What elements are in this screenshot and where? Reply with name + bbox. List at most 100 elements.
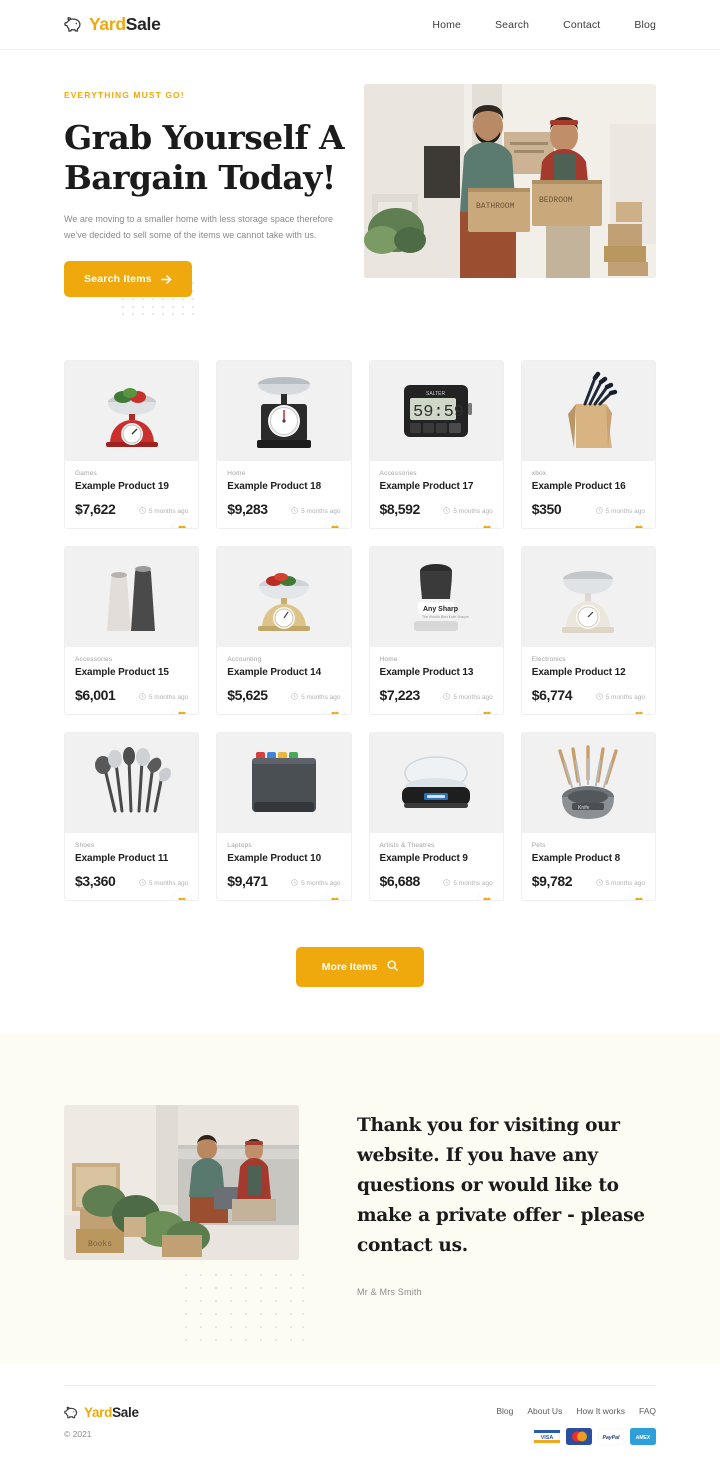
copyright-text: © 2021 [64, 1429, 92, 1440]
site-header: YardSale Home Search Contact Blog [0, 0, 720, 50]
product-price: $9,782 [531, 873, 573, 890]
product-price: $3,360 [75, 873, 116, 890]
product-card[interactable]: SALTER 59:59 Accessories Example Product… [368, 360, 504, 530]
product-category: Home [379, 656, 398, 664]
product-card[interactable]: Laptops Example Product 10 $9,471 5 mont… [216, 732, 352, 902]
thank-you-title: Thank you for visiting our website. If y… [357, 1115, 645, 1257]
favorite-heart-icon[interactable] [630, 705, 648, 715]
more-items-wrap: More Items [0, 901, 720, 988]
search-icon [387, 960, 399, 974]
product-category: Electronics [531, 656, 566, 664]
product-timestamp: 5 months ago [291, 507, 341, 516]
favorite-heart-icon[interactable] [477, 705, 496, 715]
nav-item-search[interactable]: Search [495, 19, 529, 31]
favorite-heart-icon[interactable] [630, 891, 648, 901]
product-timestamp: 5 months ago [595, 693, 645, 702]
clock-icon [595, 507, 603, 516]
product-card[interactable]: Accessories Example Product 15 $6,001 5 … [64, 546, 200, 716]
footer-link-blog[interactable]: Blog [496, 1406, 513, 1416]
product-card[interactable]: Artists & Theatres Example Product 9 $6,… [368, 732, 504, 902]
nav-item-contact[interactable]: Contact [563, 19, 600, 31]
product-title: Example Product 18 [227, 481, 322, 493]
product-card[interactable]: Shoes Example Product 11 $3,360 5 months… [64, 732, 200, 902]
product-price: $7,223 [379, 687, 421, 704]
main-navigation: Home Search Contact Blog [432, 19, 656, 31]
product-price: $9,283 [227, 501, 268, 518]
product-timestamp: 5 months ago [595, 879, 645, 888]
product-title: Example Product 16 [531, 481, 626, 493]
product-timestamp: 5 months ago [443, 507, 493, 516]
more-items-button[interactable]: More Items [295, 947, 425, 988]
product-card[interactable]: Games Example Product 19 $7,622 5 months… [64, 360, 200, 530]
favorite-heart-icon[interactable] [630, 519, 648, 529]
product-card[interactable]: Knife Pets Example Product 8 $9,782 5 mo… [520, 732, 656, 902]
product-card[interactable]: xbox Example Product 16 $350 5 months ag… [520, 360, 656, 530]
footer-logo[interactable]: YardSale [64, 1406, 139, 1420]
product-time-label: 5 months ago [453, 880, 493, 888]
favorite-heart-icon[interactable] [325, 519, 344, 529]
product-price: $6,001 [75, 687, 116, 704]
product-card[interactable]: Accounting Example Product 14 $5,625 5 m… [216, 546, 352, 716]
product-category: Home [227, 470, 246, 478]
amex-card-icon: AMEX [630, 1428, 656, 1446]
clock-icon [139, 879, 146, 888]
favorite-heart-icon[interactable] [477, 519, 496, 529]
svg-text:VISA: VISA [541, 1435, 554, 1441]
favorite-heart-icon[interactable] [477, 891, 496, 901]
svg-text:BATHROOM: BATHROOM [476, 202, 515, 211]
favorite-heart-icon[interactable] [325, 891, 344, 901]
svg-text:59:59: 59:59 [413, 403, 464, 422]
product-price: $5,625 [227, 687, 268, 704]
more-items-label: More Items [321, 961, 378, 974]
product-time-label: 5 months ago [605, 694, 645, 702]
footer-logo-text-yard: Yard [84, 1405, 113, 1421]
product-category: Games [75, 470, 97, 478]
search-items-button[interactable]: Search Items [64, 261, 192, 298]
product-card[interactable]: Electronics Example Product 12 $6,774 5 … [520, 546, 656, 716]
product-price: $350 [531, 501, 562, 518]
product-title: Example Product 13 [379, 667, 474, 679]
product-image [217, 547, 351, 648]
product-image [65, 733, 199, 834]
product-category: xbox [531, 470, 547, 478]
product-image [65, 547, 199, 648]
nav-item-home[interactable]: Home [432, 19, 461, 31]
product-time-label: 5 months ago [453, 508, 493, 516]
favorite-heart-icon[interactable] [325, 705, 344, 715]
product-title: Example Product 9 [379, 853, 468, 865]
mastercard-card-icon [566, 1428, 592, 1446]
svg-text:PayPal: PayPal [602, 1435, 620, 1441]
product-image [217, 733, 351, 834]
footer-link-faq[interactable]: FAQ [639, 1406, 656, 1416]
footer-logo-text-sale: Sale [112, 1405, 139, 1421]
clock-icon [595, 879, 603, 888]
clock-icon [443, 693, 451, 702]
product-card[interactable]: Any Sharp The World's Best Knife Sharpen… [368, 546, 504, 716]
site-logo[interactable]: YardSale [64, 13, 161, 34]
favorite-heart-icon[interactable] [173, 519, 192, 529]
product-category: Shoes [75, 842, 95, 850]
logo-text-yard: Yard [89, 13, 126, 34]
svg-text:The World's Best Knife Sharpen: The World's Best Knife Sharpener [422, 615, 469, 619]
svg-text:AMEX: AMEX [636, 1435, 651, 1441]
product-timestamp: 5 months ago [443, 879, 493, 888]
product-price: $8,592 [379, 501, 421, 518]
product-title: Example Product 10 [227, 853, 322, 865]
footer-link-about-us[interactable]: About Us [527, 1406, 562, 1416]
product-title: Example Product 19 [75, 481, 169, 493]
footer-link-how-it-works[interactable]: How It works [576, 1406, 625, 1416]
product-time-label: 5 months ago [605, 508, 645, 516]
piggy-bank-icon [64, 16, 83, 34]
product-image [65, 361, 199, 462]
product-card[interactable]: Home Example Product 18 $9,283 5 months … [216, 360, 352, 530]
paypal-card-icon: PayPal [598, 1428, 624, 1446]
thank-you-content: Thank you for visiting our website. If y… [357, 1105, 656, 1297]
clock-icon [443, 879, 451, 888]
clock-icon [291, 879, 298, 888]
product-timestamp: 5 months ago [291, 693, 341, 702]
nav-item-blog[interactable]: Blog [634, 19, 656, 31]
favorite-heart-icon[interactable] [173, 891, 192, 901]
favorite-heart-icon[interactable] [173, 705, 192, 715]
thank-you-section: Books Thank you for visiting our website… [0, 1033, 720, 1364]
product-category: Accessories [379, 470, 417, 478]
